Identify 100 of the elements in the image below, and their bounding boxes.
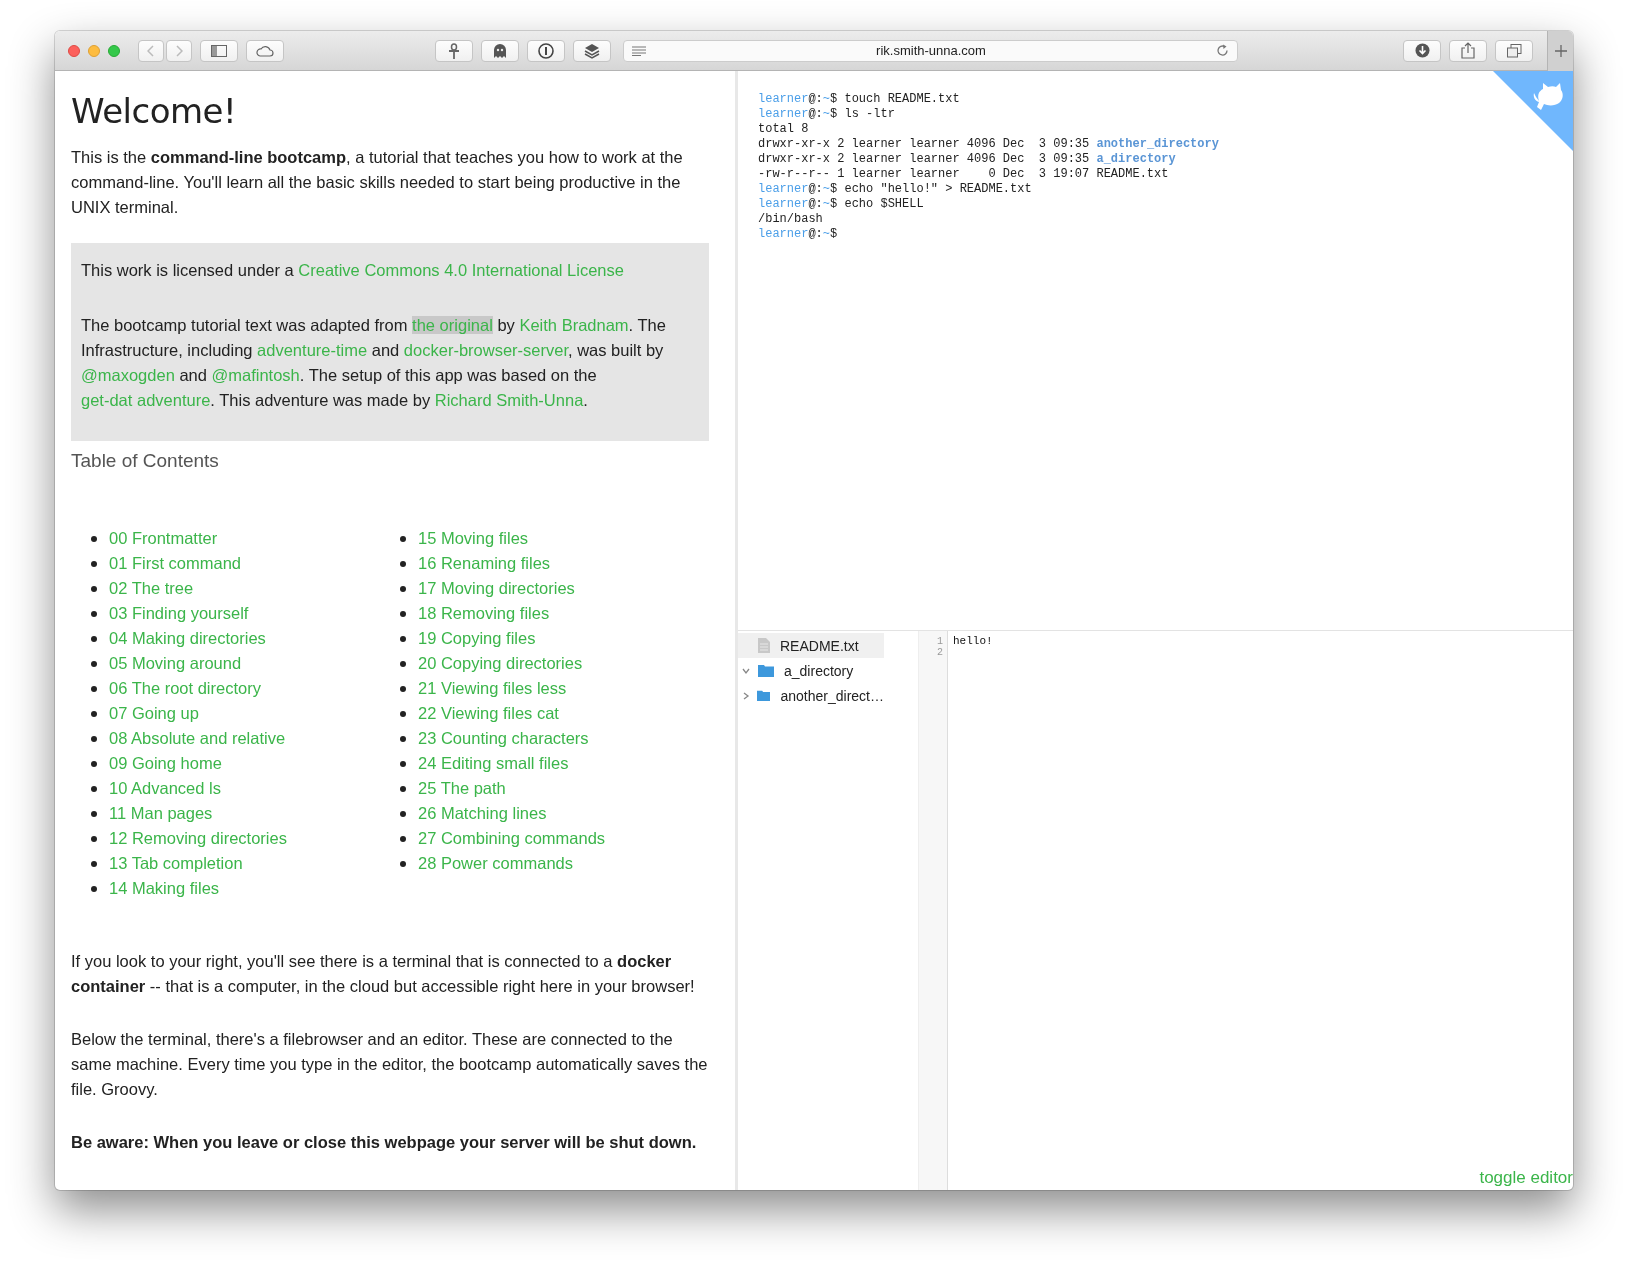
new-tab-button[interactable] [1547,31,1573,71]
toc-link[interactable]: 05 Moving around [109,654,242,673]
toc-link[interactable]: 24 Editing small files [418,754,569,773]
toc-link[interactable]: 16 Renaming files [418,554,551,573]
extension-button[interactable] [481,39,519,62]
link[interactable]: @maxogden [81,366,175,384]
cloud-button[interactable] [246,39,284,62]
toc-link[interactable]: 25 The path [418,779,506,798]
url-text: rik.smith-unna.com [875,43,987,58]
toc-link[interactable]: 27 Combining commands [418,829,606,848]
toc-link[interactable]: 19 Copying files [418,629,536,648]
bullet [91,710,97,717]
link[interactable]: Keith Bradnam [519,316,629,334]
toc-link[interactable]: 00 Frontmatter [109,529,218,548]
link[interactable]: docker-browser-server [403,341,568,359]
chevron-right-icon [175,44,183,57]
extension-button[interactable] [527,39,565,62]
terminal-line: /bin/bash [758,212,824,227]
toc-link[interactable]: 22 Viewing files cat [418,704,559,723]
chevron-left-icon [147,44,155,57]
link[interactable]: Creative Commons 4.0 International License [298,261,624,279]
reader-icon[interactable] [632,45,646,56]
chevron-icon[interactable] [742,666,750,675]
toc-link[interactable]: 20 Copying directories [418,654,583,673]
folder-icon [756,689,771,702]
terminal-line: learner@:~$ [758,227,839,242]
layers-icon [584,42,600,59]
file-icon [758,638,770,653]
toc-link[interactable]: 02 The tree [109,579,194,598]
bullet [91,735,97,742]
bullet [91,685,97,692]
link[interactable]: Richard Smith-Unna [434,391,584,409]
toc-link[interactable]: 23 Counting characters [418,729,589,748]
terminal-line: -rw-r--r-- 1 learner learner 0 Dec 3 19:07 README.txt [758,167,1170,182]
bullet [400,635,406,642]
credit-paragraph: This work is licensed under a Creative Commons 4.0 International License [81,260,625,281]
link[interactable]: get-dat adventure [81,391,211,409]
chevron-icon[interactable] [742,691,750,700]
bullet [400,785,406,792]
toc-link[interactable]: 06 The root directory [109,679,261,698]
line-number: 2 [936,647,944,658]
code-editor[interactable]: hello! toggle editor [948,631,1573,1190]
tabs-button[interactable] [1495,39,1533,62]
plus-icon [1554,44,1567,57]
link[interactable]: adventure-time [257,341,368,359]
file-tree-item[interactable]: README.txt [738,633,884,658]
bullet [91,810,97,817]
extension-button[interactable] [573,39,611,62]
cat-corner-icon[interactable] [1493,71,1573,151]
toc-link[interactable]: 11 Man pages [109,804,213,823]
folder-icon [758,664,774,677]
link[interactable]: the original [412,316,493,334]
toc-link[interactable]: 09 Going home [109,754,222,773]
intro-paragraph: This is the command-line bootcamp, a tutorial that teaches you how to work at the command-line. You'll learn all the basic skills needed to start being productive in the UNIX terminal. [71,147,684,218]
close-window-button[interactable] [68,44,80,57]
downloads-button[interactable] [1403,39,1441,62]
info-circle-icon [538,42,554,59]
extension-button[interactable] [435,39,473,62]
bullet [400,860,406,867]
bullet [400,810,406,817]
toc-link[interactable]: 04 Making directories [109,629,266,648]
toc-link[interactable]: 15 Moving files [418,529,529,548]
file-tree-item[interactable]: a_directory [738,658,884,683]
bullet [91,610,97,617]
sidebar-button[interactable] [200,39,238,62]
line-number: 1 [936,636,944,647]
toc-link[interactable]: 14 Making files [109,879,220,898]
toc-link[interactable]: 12 Removing directories [109,829,287,848]
ankh-icon [448,42,460,59]
toc-link[interactable]: 21 Viewing files less [418,679,567,698]
toc-link[interactable]: 18 Removing files [418,604,550,623]
terminal-line: total 8 [758,122,810,137]
toc-link[interactable]: 01 First command [109,554,242,573]
link[interactable]: @mafintosh [211,366,300,384]
ghost-icon [493,42,507,59]
share-button[interactable] [1449,39,1487,62]
cloud-icon [256,44,274,57]
toc-link[interactable]: 07 Going up [109,704,199,723]
file-tree-item[interactable]: another_direct… [738,683,884,708]
terminal-line: learner@:~$ echo $SHELL [758,197,925,212]
terminal-line: learner@:~$ echo "hello!" > README.txt [758,182,1033,197]
toc-link[interactable]: 28 Power commands [418,854,573,873]
body-paragraph: If you look to your right, you'll see there is a terminal that is connected to a docker container -- that is a computer, in the cloud but accessible right here in your browser! [71,951,696,997]
bullet [91,660,97,667]
toc-heading: Table of Contents [71,450,220,472]
reload-icon[interactable] [1216,44,1229,57]
zoom-window-button[interactable] [108,44,120,57]
toc-link[interactable]: 08 Absolute and relative [109,729,286,748]
toc-link[interactable]: 10 Advanced ls [109,779,221,798]
toggle-editor-link[interactable]: toggle editor [1479,1168,1573,1188]
toc-link[interactable]: 13 Tab completion [109,854,243,873]
bullet [91,560,97,567]
address-bar[interactable]: rik.smith-unna.com [623,39,1238,62]
toc-link[interactable]: 17 Moving directories [418,579,575,598]
bullet [400,535,406,542]
toc-link[interactable]: 26 Matching lines [418,804,547,823]
share-icon [1461,42,1475,59]
credit-paragraph: The bootcamp tutorial text was adapted from the original by Keith Bradnam. The Infrastructure, including adventure-time and docker-browser-server, was built by @maxogden and @mafintosh. The setup of this app was based on the get-dat adventure. This adventure was made by Richard Smith-Unna. [81,315,667,411]
toc-link[interactable]: 03 Finding yourself [109,604,249,623]
code-line: hello! [953,635,994,648]
